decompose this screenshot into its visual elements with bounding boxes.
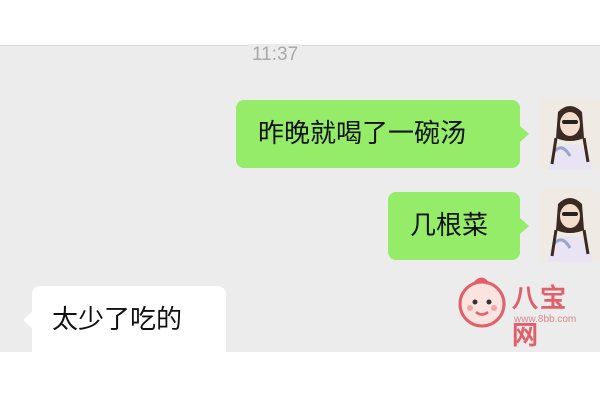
message-bubble-outgoing[interactable]: 昨晚就喝了一碗汤 [236, 100, 520, 168]
bubble-tail [520, 126, 529, 142]
message-bubble-incoming[interactable]: 太少了吃的 [32, 286, 226, 352]
watermark-url: www.8bb.com [514, 314, 577, 325]
watermark: 八宝网 www.8bb.com [454, 268, 594, 351]
user-photo-icon [540, 98, 600, 170]
avatar[interactable] [540, 190, 600, 262]
user-photo-icon [540, 190, 600, 262]
bubble-tail [23, 312, 32, 328]
baby-logo-icon [458, 277, 506, 328]
avatar[interactable] [540, 98, 600, 170]
bubble-tail [520, 218, 529, 234]
message-bubble-outgoing[interactable]: 几根菜 [388, 192, 520, 260]
message-timestamp: 11:37 [248, 44, 303, 66]
